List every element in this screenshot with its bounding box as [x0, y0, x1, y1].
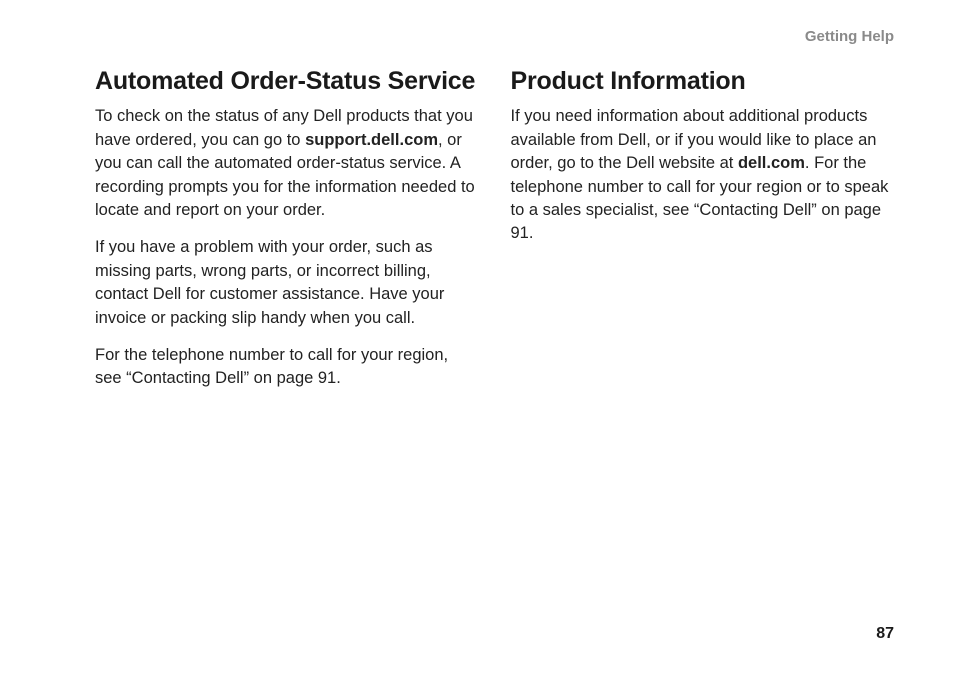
right-column: Product Information If you need informat…	[511, 66, 895, 405]
heading-product-information: Product Information	[511, 66, 895, 97]
paragraph: If you have a problem with your order, s…	[95, 236, 479, 330]
bold-url: support.dell.com	[305, 131, 438, 149]
paragraph: To check on the status of any Dell produ…	[95, 105, 479, 222]
paragraph: If you need information about additional…	[511, 105, 895, 246]
heading-automated-order-status: Automated Order-Status Service	[95, 66, 479, 97]
left-column: Automated Order-Status Service To check …	[95, 66, 479, 405]
page-number: 87	[876, 625, 894, 643]
section-header-label: Getting Help	[805, 28, 894, 45]
paragraph: For the telephone number to call for you…	[95, 344, 479, 391]
page-content: Automated Order-Status Service To check …	[95, 66, 894, 405]
bold-url: dell.com	[738, 154, 805, 172]
